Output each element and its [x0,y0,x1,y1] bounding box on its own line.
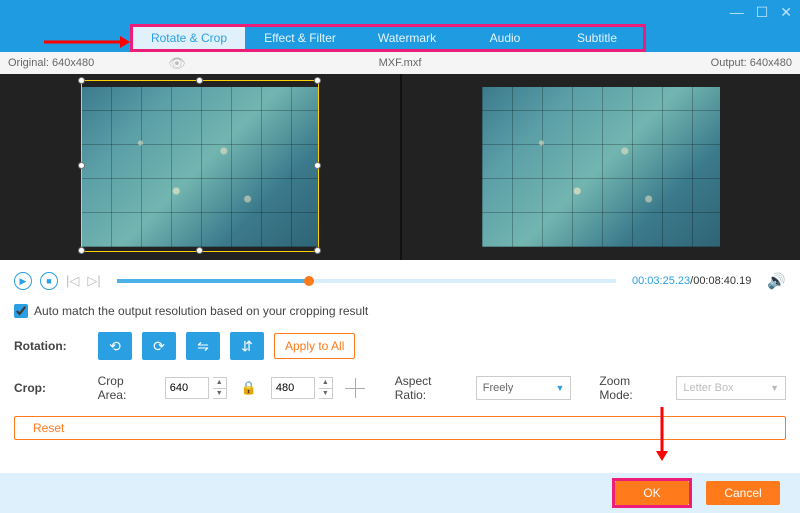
tab-rotate-crop[interactable]: Rotate & Crop [133,27,245,49]
annotation-arrow-tabs [44,34,130,50]
crop-width-spinner[interactable]: ▲▼ [213,377,227,399]
seek-bar[interactable] [117,279,616,283]
crop-frame[interactable] [81,80,319,252]
apply-to-all-button[interactable]: Apply to All [274,333,355,359]
aspect-ratio-select[interactable]: Freely▼ [476,376,572,400]
aspect-ratio-label: Aspect Ratio: [395,374,466,402]
minimize-icon[interactable]: — [730,4,744,21]
cancel-button[interactable]: Cancel [706,481,780,505]
title-bar: — ☐ ✕ Rotate & Crop Effect & Filter Wate… [0,0,800,52]
output-resolution: Output: 640x480 [711,57,792,69]
flip-vertical-button[interactable]: ⇵ [230,332,264,360]
maximize-icon[interactable]: ☐ [756,4,769,21]
crop-label: Crop: [14,381,88,395]
tab-audio[interactable]: Audio [459,27,551,49]
tab-watermark[interactable]: Watermark [355,27,459,49]
output-preview [400,74,800,260]
footer: OK Cancel [0,473,800,513]
auto-match-checkbox[interactable]: Auto match the output resolution based o… [14,304,786,318]
time-display: 00:03:25.23/00:08:40.19 [632,275,751,287]
center-crop-button[interactable] [343,376,367,400]
original-resolution: Original: 640x480 [8,57,94,69]
reset-button[interactable]: Reset [14,416,786,440]
volume-icon[interactable]: 🔊 [767,272,786,290]
tab-subtitle[interactable]: Subtitle [551,27,643,49]
preview-toggle-icon[interactable]: 👁 [168,55,186,72]
crop-width-input[interactable] [165,377,209,399]
zoom-mode-select[interactable]: Letter Box▼ [676,376,786,400]
preview-area [0,74,800,260]
tab-bar: Rotate & Crop Effect & Filter Watermark … [130,24,646,52]
crop-height-spinner[interactable]: ▲▼ [319,377,333,399]
rotate-left-button[interactable]: ⟲ [98,332,132,360]
close-icon[interactable]: ✕ [780,4,792,21]
rotate-right-button[interactable]: ⟳ [142,332,176,360]
tab-effect-filter[interactable]: Effect & Filter [245,27,355,49]
stop-button[interactable]: ■ [40,272,58,290]
play-button[interactable]: ▶ [14,272,32,290]
crop-height-input[interactable] [271,377,315,399]
annotation-arrow-ok [654,407,670,461]
ok-button[interactable]: OK [615,481,689,505]
next-frame-button[interactable]: ▷| [87,273,100,289]
zoom-mode-label: Zoom Mode: [599,374,666,402]
info-bar: Original: 640x480 👁 MXF.mxf Output: 640x… [0,52,800,74]
prev-frame-button[interactable]: |◁ [66,273,79,289]
flip-horizontal-button[interactable]: ⇋ [186,332,220,360]
rotation-label: Rotation: [14,339,88,353]
playback-row: ▶ ■ |◁ ▷| 00:03:25.23/00:08:40.19 🔊 [14,268,786,294]
source-preview[interactable] [0,74,400,260]
crop-area-label: Crop Area: [98,374,155,402]
lock-aspect-icon[interactable]: 🔒 [241,380,257,396]
file-name: MXF.mxf [379,57,422,69]
